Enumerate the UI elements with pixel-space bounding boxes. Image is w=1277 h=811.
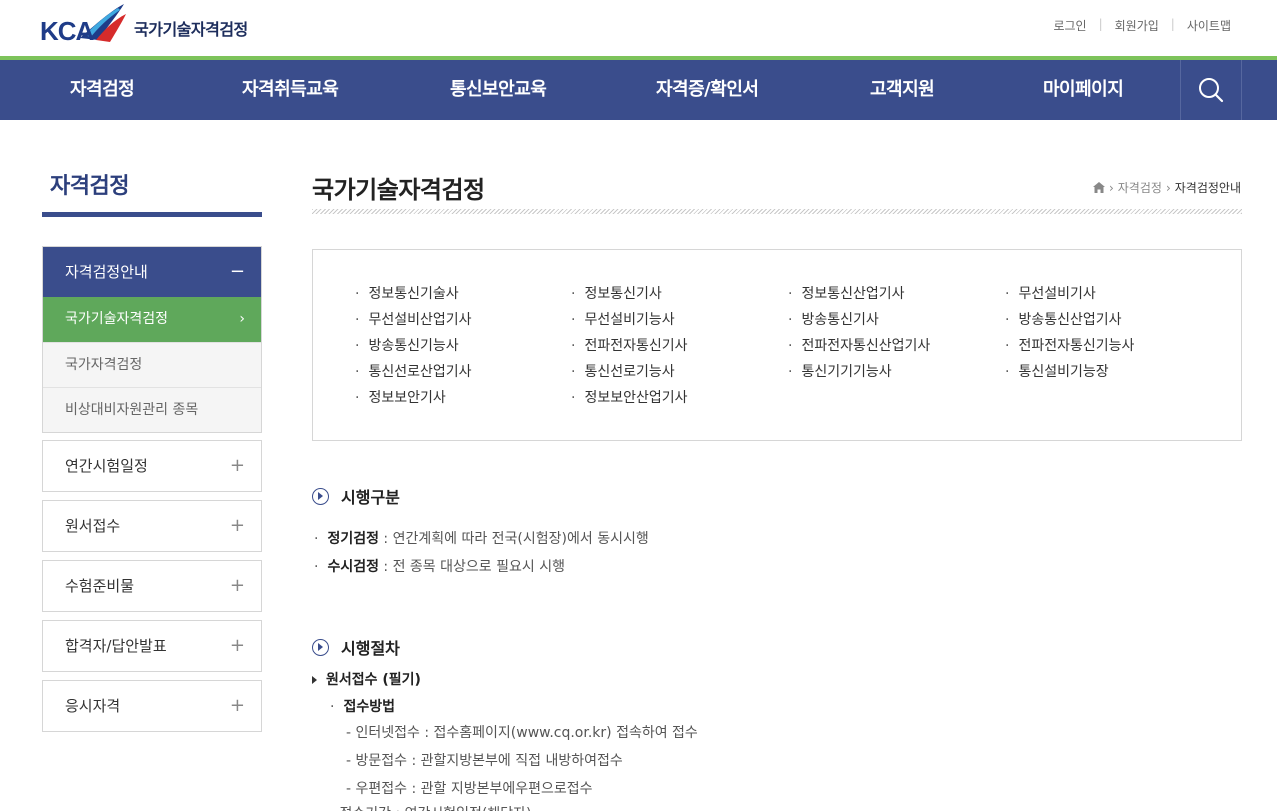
list-item: · 정보통신기사: [571, 286, 662, 302]
main-nav: 자격검정 자격취득교육 통신보안교육 자격증/확인서 고객지원 마이페이지: [0, 60, 1277, 120]
site-header: KCA 국가기술자격검정 로그인 | 회원가입 | 사이트맵: [0, 0, 1277, 56]
expand-icon: +: [229, 635, 245, 656]
method-internet: - 인터넷접수 : 접수홈페이지(www.cq.or.kr) 접속하여 접수: [346, 725, 698, 741]
expand-icon: +: [229, 575, 245, 596]
list-item: · 정보보안산업기사: [571, 390, 688, 406]
collapse-icon: −: [229, 261, 245, 282]
nav-item-certificate[interactable]: 자격증/확인서: [656, 60, 759, 120]
sidebar-item-label: 합격자/답안발표: [65, 637, 167, 655]
list-item: · 통신설비기능장: [1005, 364, 1109, 380]
breadcrumb-item[interactable]: 자격검정: [1118, 179, 1162, 196]
logo-text: KCA: [40, 16, 94, 46]
list-item: · 무선설비기능사: [571, 312, 675, 328]
divider: |: [1098, 17, 1103, 31]
sidebar-subitem-label: 국가기술자격검정: [65, 311, 169, 327]
list-item: · 통신선로기능사: [571, 364, 675, 380]
procedure-partial-line: - 접수기간 : 연간시험일정(해당자): [330, 803, 531, 811]
method-mail: - 우편접수 : 관할 지방본부에우편으로접수: [346, 781, 593, 797]
search-icon: [1199, 78, 1224, 103]
list-item: · 정보통신기술사: [355, 286, 459, 302]
sidebar-item-label: 응시자격: [65, 697, 121, 715]
sidebar-item-results[interactable]: 합격자/답안발표 +: [42, 620, 262, 672]
sidebar-item-label: 수험준비물: [65, 577, 135, 595]
sidebar-item-annual-schedule[interactable]: 연간시험일정 +: [42, 440, 262, 492]
sidebar-subitem-emergency[interactable]: 비상대비자원관리 종목: [43, 387, 261, 432]
breadcrumb: › 자격검정 › 자격검정안내: [1092, 179, 1241, 196]
list-item: · 통신선로산업기사: [355, 364, 472, 380]
breadcrumb-current: 자격검정안내: [1174, 181, 1241, 195]
title-divider: [312, 209, 1242, 214]
caret-right-icon: [312, 676, 317, 684]
list-item: · 정보보안기사: [355, 390, 446, 406]
expand-icon: +: [229, 455, 245, 476]
page-title: 국가기술자격검정: [312, 176, 485, 204]
list-item: · 방송통신기능사: [355, 338, 459, 354]
section-title-exam-type: 시행구분: [312, 484, 400, 508]
sidebar-item-label: 연간시험일정: [65, 457, 148, 475]
nav-item-training[interactable]: 자격취득교육: [242, 60, 339, 120]
home-icon[interactable]: [1092, 182, 1105, 193]
procedure-step: 원서접수 (필기): [312, 669, 421, 689]
sidebar-title-underline: [42, 212, 262, 217]
sidebar-item-label: 자격검정안내: [65, 263, 148, 281]
method-visit: - 방문접수 : 관할지방본부에 직접 내방하여접수: [346, 753, 623, 769]
exam-type-occasional: · 수시검정 : 전 종목 대상으로 필요시 시행: [314, 559, 565, 575]
sidebar-subitem-label: 비상대비자원관리 종목: [65, 402, 199, 418]
list-item: · 정보통신산업기사: [788, 286, 905, 302]
sidebar-title: 자격검정: [50, 174, 129, 199]
sidebar-item-application[interactable]: 원서접수 +: [42, 500, 262, 552]
expand-icon: +: [229, 515, 245, 536]
list-item: · 방송통신기사: [788, 312, 879, 328]
nav-item-support[interactable]: 고객지원: [870, 60, 935, 120]
list-item: · 통신기기기능사: [788, 364, 892, 380]
nav-item-mypage[interactable]: 마이페이지: [1043, 60, 1124, 120]
section-title-procedure: 시행절차: [312, 635, 400, 659]
list-item: · 방송통신산업기사: [1005, 312, 1122, 328]
utility-links: 로그인 | 회원가입 | 사이트맵: [1053, 17, 1231, 34]
site-logo[interactable]: KCA 국가기술자격검정: [40, 0, 248, 44]
chevron-right-icon: ›: [1108, 180, 1114, 195]
sidebar-subitem-national-tech[interactable]: 국가기술자격검정 ›: [43, 297, 261, 342]
procedure-sub-title: · 접수방법: [330, 699, 395, 715]
sidebar-item-eligibility[interactable]: 응시자격 +: [42, 680, 262, 732]
nav-item-exam[interactable]: 자격검정: [70, 60, 135, 120]
sidebar-group-exam-info: 자격검정안내 − 국가기술자격검정 › 국가자격검정 비상대비자원관리 종목: [42, 246, 262, 433]
sidebar-item-exam-info[interactable]: 자격검정안내 −: [43, 247, 261, 297]
list-item: · 전파전자통신산업기사: [788, 338, 931, 354]
chevron-right-icon: ›: [239, 311, 245, 327]
cert-list-box: · 정보통신기술사 · 정보통신기사 · 정보통신산업기사 · 무선설비기사 · 무선설비…: [312, 249, 1242, 441]
search-button[interactable]: [1180, 60, 1242, 120]
sidebar-item-label: 원서접수: [65, 517, 121, 535]
play-circle-icon: [312, 638, 329, 656]
sitemap-link[interactable]: 사이트맵: [1187, 17, 1231, 34]
sidebar-subitem-national[interactable]: 국가자격검정: [43, 342, 261, 387]
list-item: · 전파전자통신기사: [571, 338, 688, 354]
chevron-right-icon: ›: [1165, 180, 1171, 195]
exam-type-regular: · 정기검정 : 연간계획에 따라 전국(시험장)에서 동시시행: [314, 531, 649, 547]
divider: |: [1170, 17, 1175, 31]
signup-link[interactable]: 회원가입: [1115, 17, 1159, 34]
nav-item-security-education[interactable]: 통신보안교육: [450, 60, 547, 120]
org-name: 국가기술자격검정: [134, 20, 248, 39]
login-link[interactable]: 로그인: [1053, 17, 1086, 34]
sidebar-subitem-label: 국가자격검정: [65, 357, 143, 373]
play-circle-icon: [312, 487, 329, 505]
sidebar-item-supplies[interactable]: 수험준비물 +: [42, 560, 262, 612]
list-item: · 전파전자통신기능사: [1005, 338, 1135, 354]
list-item: · 무선설비산업기사: [355, 312, 472, 328]
list-item: · 무선설비기사: [1005, 286, 1096, 302]
expand-icon: +: [229, 695, 245, 716]
